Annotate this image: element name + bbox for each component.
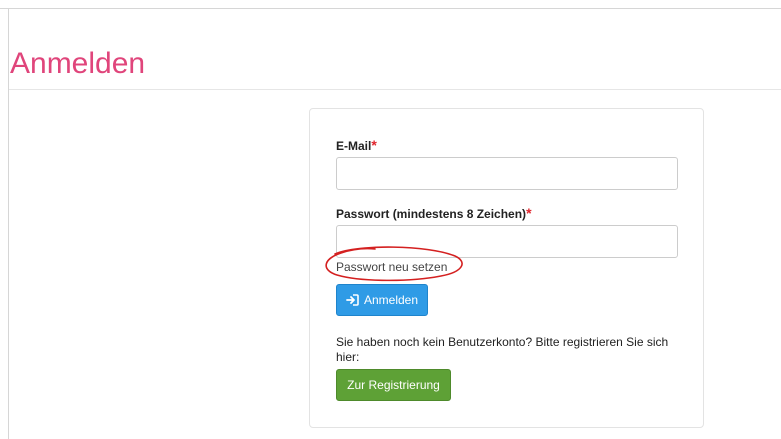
page-title: Anmelden [10, 47, 146, 80]
annotation-circle [325, 246, 463, 282]
required-marker: * [526, 205, 532, 221]
login-button[interactable]: Anmelden [336, 284, 428, 316]
email-field[interactable] [336, 157, 678, 190]
required-marker: * [371, 137, 377, 153]
no-account-text: Sie haben noch kein Benutzerkonto? Bitte… [336, 335, 669, 364]
title-divider [9, 89, 781, 90]
frame-top-border [0, 8, 781, 9]
login-button-label: Anmelden [363, 293, 419, 307]
register-button[interactable]: Zur Registrierung [336, 369, 451, 401]
password-label: Passwort (mindestens 8 Zeichen)* [336, 205, 532, 221]
sign-in-icon [346, 294, 359, 306]
password-label-text: Passwort (mindestens 8 Zeichen) [336, 207, 527, 221]
frame-left-border [8, 8, 9, 439]
email-label-text: E-Mail [336, 139, 372, 153]
email-label: E-Mail* [336, 137, 377, 153]
